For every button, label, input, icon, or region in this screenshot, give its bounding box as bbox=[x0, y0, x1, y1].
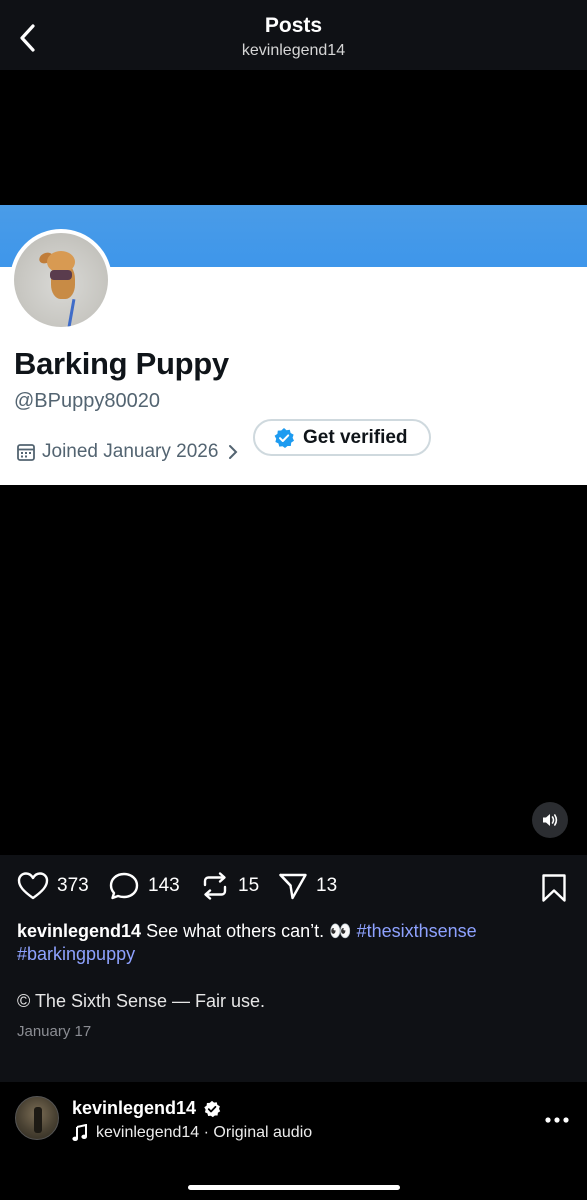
top-bar: Posts kevinlegend14 bbox=[0, 0, 587, 70]
caption-username[interactable]: kevinlegend14 bbox=[17, 921, 141, 941]
puppy-photo bbox=[14, 233, 108, 327]
page-subtitle: kevinlegend14 bbox=[241, 42, 346, 59]
profile-handle: @BPuppy80020 bbox=[14, 390, 160, 412]
caption-text: See what others can’t. 👀 bbox=[146, 921, 352, 941]
home-indicator[interactable] bbox=[188, 1185, 400, 1190]
verified-badge-icon bbox=[274, 427, 294, 448]
audio-author-name: kevinlegend14 bbox=[72, 1098, 197, 1118]
chevron-right-icon bbox=[229, 445, 238, 459]
get-verified-label: Get verified bbox=[303, 426, 408, 448]
repost-button[interactable]: 15 bbox=[200, 871, 259, 901]
audio-track[interactable]: kevinlegend14 · Original audio bbox=[72, 1124, 312, 1142]
profile-name: Barking Puppy bbox=[14, 346, 229, 381]
action-bar: 373 143 15 13 bbox=[0, 855, 587, 921]
audio-track-label: kevinlegend14 · Original audio bbox=[96, 1124, 313, 1141]
like-count: 373 bbox=[57, 875, 89, 896]
verified-badge-icon bbox=[204, 1100, 221, 1117]
hashtag-barkingpuppy[interactable]: #barkingpuppy bbox=[17, 944, 135, 964]
copyright-notice: © The Sixth Sense — Fair use. bbox=[17, 991, 266, 1011]
more-horizontal-icon bbox=[545, 1117, 569, 1123]
send-icon bbox=[279, 873, 307, 900]
save-button[interactable] bbox=[541, 873, 567, 908]
audio-bar[interactable]: kevinlegend14 kevinlegend14 · Original a… bbox=[0, 1082, 587, 1200]
calendar-icon bbox=[17, 444, 35, 461]
repost-icon bbox=[203, 872, 227, 900]
like-button[interactable]: 373 bbox=[17, 871, 89, 901]
comment-button[interactable]: 143 bbox=[108, 871, 180, 901]
comment-icon bbox=[109, 872, 139, 900]
joined-label: Joined January 2026 bbox=[42, 441, 219, 462]
joined-date: Joined January 2026 bbox=[16, 441, 238, 463]
get-verified-button: Get verified bbox=[253, 419, 431, 456]
heart-icon bbox=[17, 872, 49, 900]
speaker-icon bbox=[543, 814, 558, 826]
bookmark-icon bbox=[542, 874, 566, 902]
page-title: Posts bbox=[264, 14, 323, 37]
share-count: 13 bbox=[316, 875, 338, 896]
comment-count: 143 bbox=[148, 875, 180, 896]
more-options-button[interactable] bbox=[545, 1110, 569, 1128]
post-date: January 17 bbox=[17, 1023, 92, 1040]
post-caption: kevinlegend14 See what others can’t. 👀 #… bbox=[17, 920, 572, 966]
repost-count: 15 bbox=[238, 875, 260, 896]
music-note-icon bbox=[72, 1124, 87, 1141]
profile-avatar bbox=[10, 229, 112, 331]
author-avatar[interactable] bbox=[15, 1096, 59, 1140]
hashtag-thesixthsense[interactable]: #thesixthsense bbox=[357, 921, 477, 941]
audio-author[interactable]: kevinlegend14 bbox=[72, 1098, 221, 1119]
mute-toggle-button[interactable] bbox=[532, 802, 568, 838]
share-button[interactable]: 13 bbox=[278, 871, 337, 901]
header-title-group: Posts kevinlegend14 bbox=[0, 13, 587, 62]
post-media[interactable]: Barking Puppy @BPuppy80020 Joined Januar… bbox=[0, 70, 587, 855]
